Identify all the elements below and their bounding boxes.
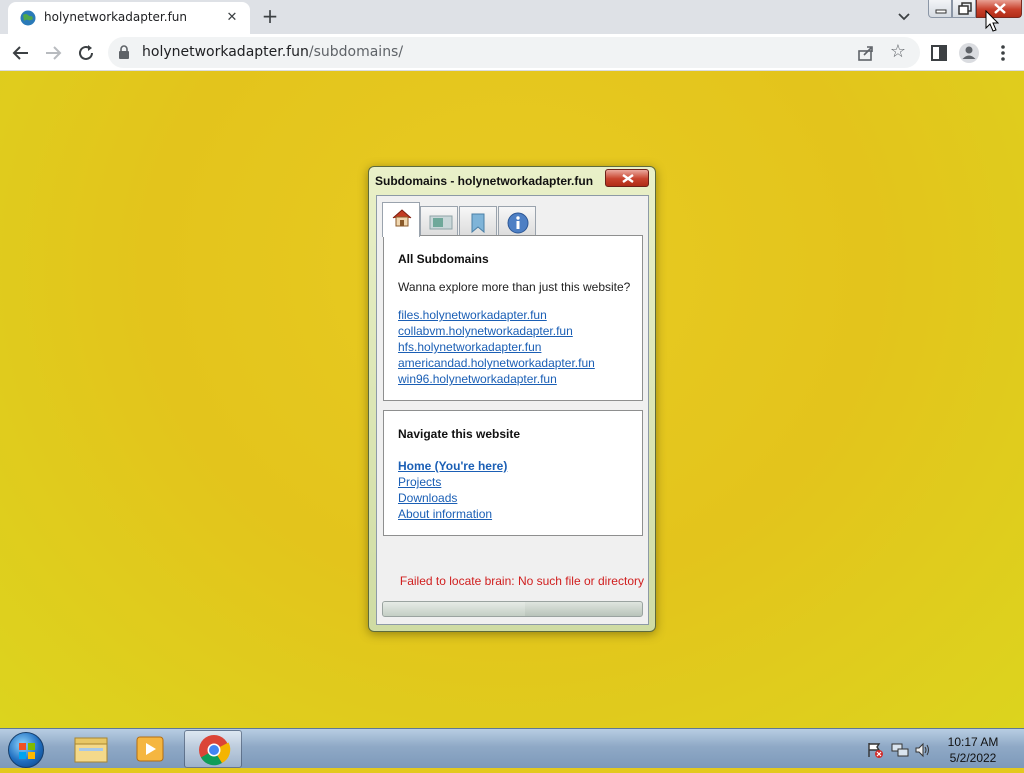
tab-bookmarks[interactable] [459,206,497,236]
home-icon [392,209,412,227]
chrome-icon [199,735,231,766]
window-restore-button[interactable] [952,0,976,18]
navigate-panel: Navigate this website Home (You're here)… [383,410,643,536]
windows-logo-icon [19,743,35,759]
window-close-button[interactable] [976,0,1022,18]
subdomains-panel: All Subdomains Wanna explore more than j… [383,235,643,401]
nav-link-about[interactable]: About information [398,507,492,521]
start-button[interactable] [8,732,44,768]
bookmark-star-icon[interactable]: ☆ [888,42,908,62]
back-arrow-icon[interactable] [10,42,32,64]
tab-search-chevron-icon[interactable] [894,8,914,26]
close-icon [994,3,1006,14]
profile-avatar-icon[interactable] [958,42,980,64]
media-player-icon [136,736,164,762]
action-center-flag-icon[interactable] [866,741,884,759]
film-icon [429,215,453,230]
share-icon[interactable] [856,43,876,63]
nav-link-projects[interactable]: Projects [398,475,441,489]
dialog-close-button[interactable] [605,169,649,187]
new-tab-button[interactable]: + [259,6,281,28]
subdomain-link-americandad[interactable]: americandad.holynetworkadapter.fun [398,356,595,370]
browser-tab[interactable]: holynetworkadapter.fun ✕ [8,2,250,34]
subdomain-link-collabvm[interactable]: collabvm.holynetworkadapter.fun [398,324,573,338]
progress-bar [382,601,643,617]
tab-media[interactable] [420,206,458,236]
mouse-cursor-icon [985,10,999,32]
volume-icon[interactable] [914,741,932,759]
side-panel-icon[interactable] [928,42,950,64]
clock-time: 10:17 AM [947,735,999,749]
browser-toolbar: holynetworkadapter.fun/subdomains/ ☆ [0,34,1024,71]
dialog-title: Subdomains - holynetworkadapter.fun [375,174,594,188]
network-icon[interactable] [891,741,909,759]
subdomain-link-files[interactable]: files.holynetworkadapter.fun [398,308,547,322]
menu-kebab-icon[interactable] [992,42,1014,64]
window-minimize-button[interactable] [928,0,952,18]
url-host: holynetworkadapter.fun [142,44,309,60]
taskbar-explorer-button[interactable] [62,730,120,768]
subdomains-description: Wanna explore more than just this websit… [398,280,631,294]
error-message: Failed to locate brain: No such file or … [399,574,644,588]
address-bar[interactable]: holynetworkadapter.fun/subdomains/ ☆ [108,37,920,68]
nav-link-downloads[interactable]: Downloads [398,491,457,505]
navigate-heading: Navigate this website [398,427,521,441]
bookmark-icon [471,213,485,234]
progress-fill [383,602,526,616]
url-path: /subdomains/ [308,44,404,60]
url-text[interactable]: holynetworkadapter.fun/subdomains/ [142,44,403,60]
taskbar-media-player-button[interactable] [122,730,180,768]
tab-title: holynetworkadapter.fun [44,10,188,24]
subdomain-link-win96[interactable]: win96.holynetworkadapter.fun [398,372,557,386]
taskbar: 10:17 AM 5/2/2022 [0,728,1024,768]
reload-icon[interactable] [75,42,97,64]
clock-date: 5/2/2022 [949,751,997,765]
info-icon [507,212,529,234]
taskbar-chrome-button[interactable] [184,730,242,768]
tab-strip: holynetworkadapter.fun ✕ + [0,0,1024,34]
lock-icon[interactable] [118,45,130,59]
restore-icon [958,2,972,15]
system-clock[interactable]: 10:17 AM 5/2/2022 [940,734,1006,766]
subdomain-link-hfs[interactable]: hfs.holynetworkadapter.fun [398,340,541,354]
dialog-body: All Subdomains Wanna explore more than j… [376,195,649,625]
subdomains-dialog: Subdomains - holynetworkadapter.fun All … [368,166,656,632]
folder-icon [74,737,108,763]
globe-icon [20,10,36,26]
minimize-icon [935,9,947,14]
tab-close-icon[interactable]: ✕ [222,8,242,28]
nav-link-home[interactable]: Home (You're here) [398,459,507,473]
tab-info[interactable] [498,206,536,236]
forward-arrow-icon[interactable] [42,42,64,64]
close-icon [622,174,634,183]
subdomains-heading: All Subdomains [398,252,489,266]
tab-home[interactable] [382,202,420,237]
